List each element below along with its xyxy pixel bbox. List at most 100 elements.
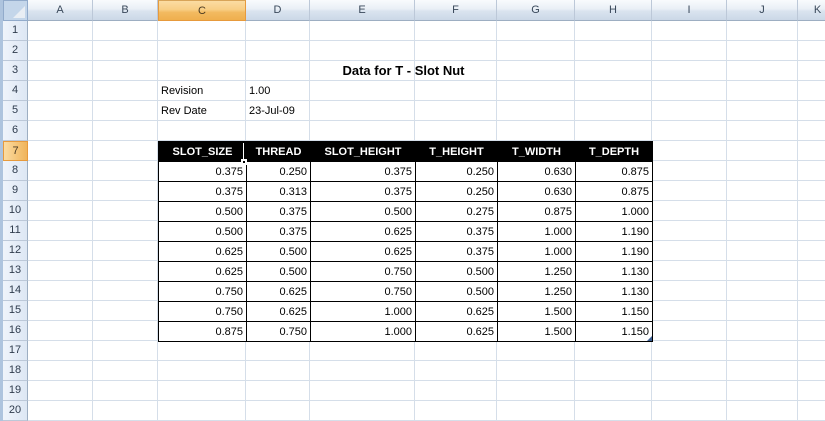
cell-H15[interactable]: 1.150 bbox=[575, 301, 653, 322]
cell-E15[interactable]: 1.000 bbox=[310, 301, 416, 322]
cell-D16[interactable]: 0.750 bbox=[246, 321, 311, 342]
cell-G15[interactable]: 1.500 bbox=[497, 301, 576, 322]
cell-E13[interactable]: 0.750 bbox=[310, 261, 416, 282]
cell-G11[interactable]: 1.000 bbox=[497, 221, 576, 242]
column-header-I[interactable]: I bbox=[652, 0, 727, 21]
column-header-C[interactable]: C bbox=[158, 0, 246, 21]
row-header-15[interactable]: 15 bbox=[3, 301, 28, 321]
select-all-corner[interactable] bbox=[3, 0, 28, 21]
sheet-title-cell[interactable]: Data for T - Slot Nut bbox=[310, 61, 497, 81]
cell-F14[interactable]: 0.500 bbox=[415, 281, 498, 302]
revision-label-cell[interactable]: Revision bbox=[158, 81, 246, 101]
cell-C9[interactable]: 0.375 bbox=[158, 181, 247, 202]
cell-H10[interactable]: 1.000 bbox=[575, 201, 653, 222]
cell-H8[interactable]: 0.875 bbox=[575, 161, 653, 182]
cell-F16[interactable]: 0.625 bbox=[415, 321, 498, 342]
row-header-11[interactable]: 11 bbox=[3, 221, 28, 241]
table-header-t_depth[interactable]: T_DEPTH bbox=[575, 141, 653, 162]
cell-H11[interactable]: 1.190 bbox=[575, 221, 653, 242]
cell-D10[interactable]: 0.375 bbox=[246, 201, 311, 222]
column-header-E[interactable]: E bbox=[310, 0, 415, 21]
cell-C15[interactable]: 0.750 bbox=[158, 301, 247, 322]
cell-C10[interactable]: 0.500 bbox=[158, 201, 247, 222]
row-header-16[interactable]: 16 bbox=[3, 321, 28, 341]
cell-G13[interactable]: 1.250 bbox=[497, 261, 576, 282]
cell-D13[interactable]: 0.500 bbox=[246, 261, 311, 282]
cell-H14[interactable]: 1.130 bbox=[575, 281, 653, 302]
row-header-1[interactable]: 1 bbox=[3, 21, 28, 41]
table-header-thread[interactable]: THREAD bbox=[246, 141, 311, 162]
cell-F12[interactable]: 0.375 bbox=[415, 241, 498, 262]
cell-E12[interactable]: 0.625 bbox=[310, 241, 416, 262]
cell-G12[interactable]: 1.000 bbox=[497, 241, 576, 262]
fill-handle[interactable] bbox=[241, 159, 247, 165]
cell-F15[interactable]: 0.625 bbox=[415, 301, 498, 322]
cell-F9[interactable]: 0.250 bbox=[415, 181, 498, 202]
row-header-17[interactable]: 17 bbox=[3, 341, 28, 361]
revdate-label-cell[interactable]: Rev Date bbox=[158, 101, 246, 121]
cell-H16[interactable]: 1.150 bbox=[575, 321, 653, 342]
cell-D9[interactable]: 0.313 bbox=[246, 181, 311, 202]
cell-E14[interactable]: 0.750 bbox=[310, 281, 416, 302]
row-header-18[interactable]: 18 bbox=[3, 361, 28, 381]
cell-G10[interactable]: 0.875 bbox=[497, 201, 576, 222]
cell-D12[interactable]: 0.500 bbox=[246, 241, 311, 262]
cell-G9[interactable]: 0.630 bbox=[497, 181, 576, 202]
table-header-slot_size[interactable]: SLOT_SIZE bbox=[158, 141, 247, 165]
row-header-13[interactable]: 13 bbox=[3, 261, 28, 281]
cell-C14[interactable]: 0.750 bbox=[158, 281, 247, 302]
cell-C12[interactable]: 0.625 bbox=[158, 241, 247, 262]
cell-F10[interactable]: 0.275 bbox=[415, 201, 498, 222]
gridline bbox=[726, 21, 727, 421]
column-header-F[interactable]: F bbox=[415, 0, 497, 21]
column-header-K[interactable]: K bbox=[798, 0, 825, 21]
cell-H9[interactable]: 0.875 bbox=[575, 181, 653, 202]
cell-E8[interactable]: 0.375 bbox=[310, 161, 416, 182]
cell-E16[interactable]: 1.000 bbox=[310, 321, 416, 342]
cell-F13[interactable]: 0.500 bbox=[415, 261, 498, 282]
row-header-3[interactable]: 3 bbox=[3, 61, 28, 81]
row-header-5[interactable]: 5 bbox=[3, 101, 28, 121]
cell-C13[interactable]: 0.625 bbox=[158, 261, 247, 282]
row-header-4[interactable]: 4 bbox=[3, 81, 28, 101]
revision-value-cell[interactable]: 1.00 bbox=[246, 81, 310, 101]
table-header-t_height[interactable]: T_HEIGHT bbox=[415, 141, 498, 162]
table-resize-handle[interactable] bbox=[647, 336, 652, 341]
column-header-D[interactable]: D bbox=[246, 0, 310, 21]
table-header-t_width[interactable]: T_WIDTH bbox=[497, 141, 576, 162]
row-header-10[interactable]: 10 bbox=[3, 201, 28, 221]
cell-G8[interactable]: 0.630 bbox=[497, 161, 576, 182]
row-header-20[interactable]: 20 bbox=[3, 401, 28, 421]
row-header-8[interactable]: 8 bbox=[3, 161, 28, 181]
cell-C11[interactable]: 0.500 bbox=[158, 221, 247, 242]
column-header-J[interactable]: J bbox=[727, 0, 798, 21]
cell-G14[interactable]: 1.250 bbox=[497, 281, 576, 302]
cell-D14[interactable]: 0.625 bbox=[246, 281, 311, 302]
cell-G16[interactable]: 1.500 bbox=[497, 321, 576, 342]
cell-E10[interactable]: 0.500 bbox=[310, 201, 416, 222]
revdate-value-cell[interactable]: 23-Jul-09 bbox=[246, 101, 310, 121]
cell-C8[interactable]: 0.375 bbox=[158, 161, 247, 182]
row-header-2[interactable]: 2 bbox=[3, 41, 28, 61]
cell-D15[interactable]: 0.625 bbox=[246, 301, 311, 322]
cell-H12[interactable]: 1.190 bbox=[575, 241, 653, 262]
row-header-6[interactable]: 6 bbox=[3, 121, 28, 141]
row-header-7[interactable]: 7 bbox=[3, 141, 28, 161]
cell-F8[interactable]: 0.250 bbox=[415, 161, 498, 182]
cell-D11[interactable]: 0.375 bbox=[246, 221, 311, 242]
cell-E11[interactable]: 0.625 bbox=[310, 221, 416, 242]
row-header-19[interactable]: 19 bbox=[3, 381, 28, 401]
row-header-12[interactable]: 12 bbox=[3, 241, 28, 261]
column-header-H[interactable]: H bbox=[575, 0, 652, 21]
row-header-9[interactable]: 9 bbox=[3, 181, 28, 201]
cell-F11[interactable]: 0.375 bbox=[415, 221, 498, 242]
cell-C16[interactable]: 0.875 bbox=[158, 321, 247, 342]
table-header-slot_height[interactable]: SLOT_HEIGHT bbox=[310, 141, 416, 162]
row-header-14[interactable]: 14 bbox=[3, 281, 28, 301]
column-header-B[interactable]: B bbox=[93, 0, 158, 21]
cell-H13[interactable]: 1.130 bbox=[575, 261, 653, 282]
cell-E9[interactable]: 0.375 bbox=[310, 181, 416, 202]
column-header-A[interactable]: A bbox=[28, 0, 93, 21]
column-header-G[interactable]: G bbox=[497, 0, 575, 21]
cell-D8[interactable]: 0.250 bbox=[246, 161, 311, 182]
